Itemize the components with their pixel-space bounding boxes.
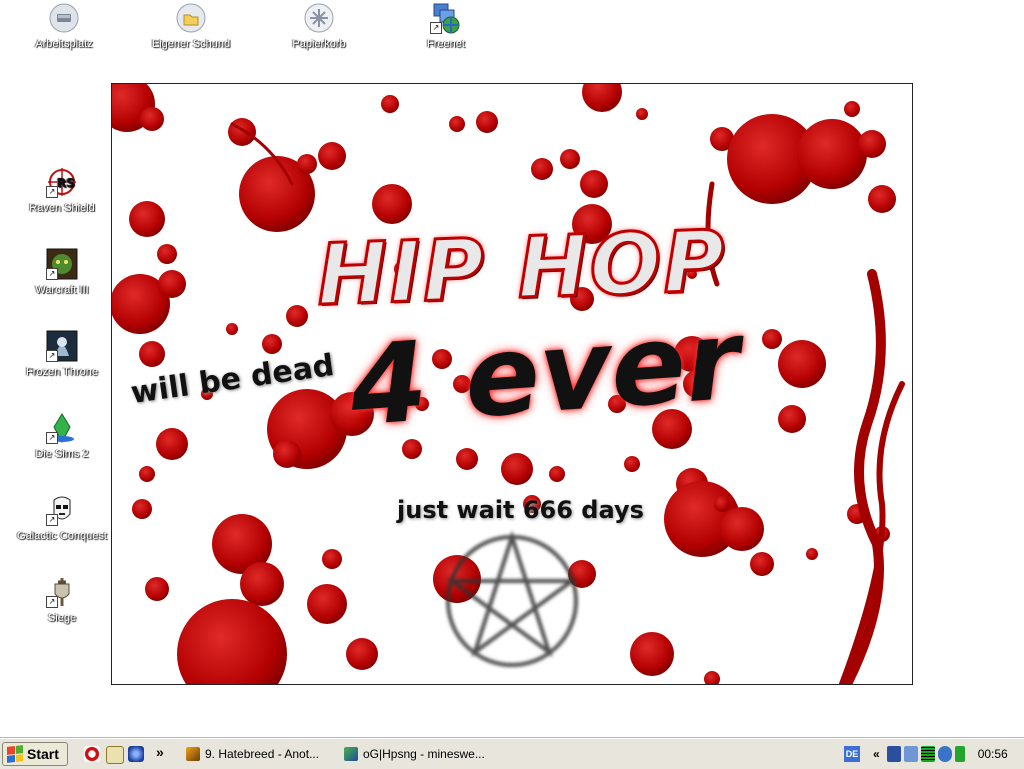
chat-client-icon — [344, 747, 358, 761]
wallpaper-text-just-wait: just wait 666 days — [397, 496, 644, 524]
taskbar: Start » 9. Hatebreed - Anot... oG|Hpsng … — [0, 738, 1024, 769]
desktop-icon-arbeitsplatz[interactable]: Arbeitsplatz — [16, 2, 112, 50]
desktop-icon-freenet[interactable]: ↗ Freenet — [398, 2, 494, 50]
clock[interactable]: 00:56 — [978, 747, 1008, 761]
desktop-icon-frozen-throne[interactable]: ↗ Frozen Throne — [14, 330, 110, 378]
wallpaper-image: HIP HOP 4 ever will be dead just wait 66… — [111, 83, 913, 685]
desktop-icon-raven-shield[interactable]: RS ↗ Raven Shield — [14, 166, 110, 214]
shortcut-arrow-icon: ↗ — [430, 22, 442, 34]
desktop-icon-label: Raven Shield — [29, 202, 95, 214]
user-status-icon[interactable] — [937, 746, 952, 762]
tray-app-icon[interactable] — [886, 746, 901, 762]
shortcut-arrow-icon: ↗ — [46, 268, 58, 280]
my-documents-icon — [175, 2, 207, 34]
desktop-icon-label: Siege — [47, 612, 77, 624]
stormtrooper-icon: ↗ — [46, 494, 78, 526]
desktop-icon-papierkorb[interactable]: Papierkorb — [271, 2, 367, 50]
sims-plumbob-icon: ↗ — [46, 412, 78, 444]
quicklaunch-more-button[interactable]: » — [156, 744, 164, 760]
tray-expand-button[interactable]: « — [873, 747, 880, 761]
network-globe-icon: ↗ — [430, 2, 462, 34]
taskbar-item-chat[interactable]: oG|Hpsng - mineswe... — [340, 742, 492, 766]
desktop-icon-label: Freenet — [427, 38, 465, 50]
warcraft-icon: ↗ — [46, 248, 78, 280]
quicklaunch-media-icon[interactable] — [128, 746, 144, 762]
shortcut-arrow-icon: ↗ — [46, 514, 58, 526]
desktop-icon-label: Frozen Throne — [26, 366, 98, 378]
start-label: Start — [27, 746, 59, 762]
taskbar-item-winamp[interactable]: 9. Hatebreed - Anot... — [182, 742, 334, 766]
desktop-icon-label: Arbeitsplatz — [35, 38, 93, 50]
language-indicator[interactable]: DE — [844, 746, 860, 762]
shortcut-arrow-icon: ↗ — [46, 432, 58, 444]
frozen-throne-icon: ↗ — [46, 330, 78, 362]
svg-text:RS: RS — [57, 176, 75, 190]
desktop-icon-warcraft[interactable]: ↗ Warcraft III — [14, 248, 110, 296]
shortcut-arrow-icon: ↗ — [46, 350, 58, 362]
desktop-icon-galactic-conquest[interactable]: ↗ Galactic Conquest — [14, 494, 110, 542]
task-label: 9. Hatebreed - Anot... — [205, 747, 320, 761]
knight-icon: ↗ — [46, 576, 78, 608]
shortcut-arrow-icon: ↗ — [46, 596, 58, 608]
recycle-bin-icon — [303, 2, 335, 34]
battery-icon[interactable] — [954, 746, 965, 762]
quicklaunch-opera-icon[interactable] — [84, 746, 100, 762]
system-tray: DE « 00:56 — [844, 741, 1024, 767]
desktop-icon-label: Die Sims 2 — [35, 448, 89, 460]
desktop-icon-label: Galactic Conquest — [17, 530, 107, 542]
windows-logo-icon — [7, 745, 23, 763]
shortcut-arrow-icon: ↗ — [46, 186, 58, 198]
task-label: oG|Hpsng - mineswe... — [363, 747, 485, 761]
raven-shield-icon: RS ↗ — [46, 166, 78, 198]
pentagram-icon — [445, 530, 579, 667]
desktop-icon-die-sims-2[interactable]: ↗ Die Sims 2 — [14, 412, 110, 460]
my-computer-icon — [48, 2, 80, 34]
quicklaunch-edit-icon[interactable] — [106, 746, 124, 764]
volume-meter-icon[interactable] — [920, 746, 935, 762]
desktop-icon-label: Eigener Schund — [151, 38, 231, 50]
desktop-icon-label: Papierkorb — [292, 38, 346, 50]
wallpaper-text-4-ever: 4 ever — [346, 295, 744, 451]
start-button[interactable]: Start — [2, 742, 68, 766]
winamp-icon — [186, 747, 200, 761]
desktop-icon-label: Warcraft III — [35, 284, 89, 296]
network-icon[interactable] — [903, 746, 918, 762]
desktop-icon-siege[interactable]: ↗ Siege — [14, 576, 110, 624]
desktop-icon-eigener-schund[interactable]: Eigener Schund — [143, 2, 239, 50]
